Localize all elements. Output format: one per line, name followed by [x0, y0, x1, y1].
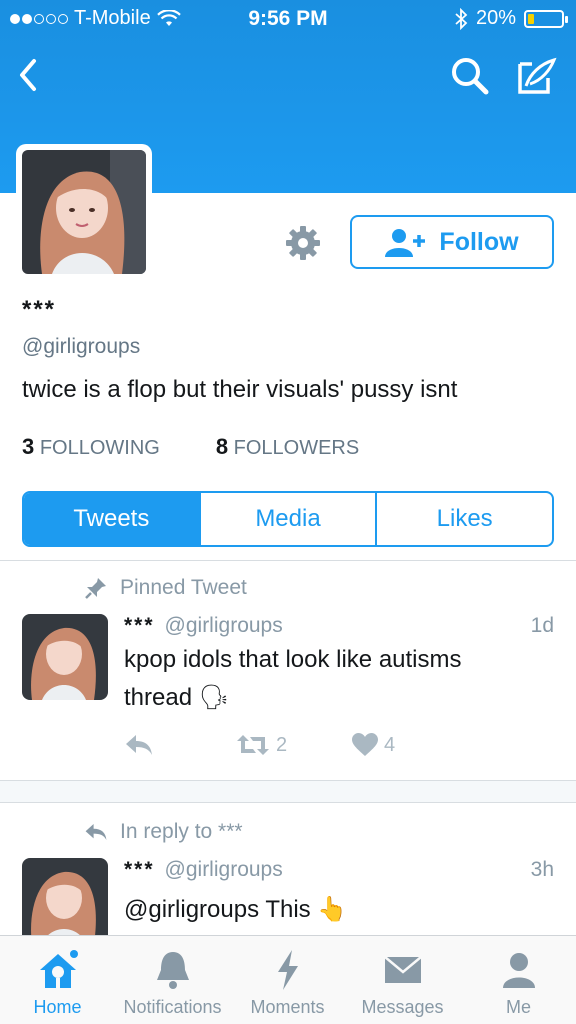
tabbar-label: Notifications — [123, 997, 222, 1017]
tweet-context: Pinned Tweet — [84, 576, 247, 600]
tabbar-item-moments[interactable]: Moments — [230, 936, 345, 1024]
pinned-tweet[interactable]: Pinned Tweet *** @girligroups 1d kpop id… — [0, 561, 576, 780]
profile-stats: 3 FOLLOWING 8 FOLLOWERS — [22, 434, 359, 460]
avatar — [22, 858, 108, 935]
tweet-context: In reply to *** — [84, 820, 243, 844]
battery-icon — [524, 9, 568, 28]
tweet-text-line: @girligroups This — [124, 896, 311, 923]
tweet-text: @girligroups This 👆 — [124, 891, 554, 929]
follow-button[interactable]: Follow — [350, 215, 554, 269]
battery-level — [528, 13, 534, 24]
lightning-icon — [277, 950, 298, 990]
tab-media[interactable]: Media — [201, 493, 378, 545]
tabbar-label: Moments — [250, 997, 325, 1017]
tabbar-item-me[interactable]: Me — [461, 936, 576, 1024]
bluetooth-icon — [455, 7, 468, 30]
avatar — [22, 150, 146, 274]
profile-bio: twice is a flop but their visuals' pussy… — [22, 376, 458, 403]
reply-button[interactable] — [124, 733, 236, 757]
tweet-header: *** @girligroups 3h — [124, 858, 554, 882]
profile-tabs: Tweets Media Likes — [22, 491, 554, 547]
tweet-time: 3h — [530, 858, 554, 881]
avatar — [22, 614, 108, 700]
compose-icon[interactable] — [514, 54, 558, 98]
context-label: In reply to *** — [120, 820, 243, 843]
tabbar-item-home[interactable]: Home — [0, 936, 115, 1024]
tab-tweets[interactable]: Tweets — [24, 493, 201, 545]
tweet-author-handle[interactable]: @girligroups — [165, 858, 283, 882]
gear-icon[interactable] — [284, 224, 322, 262]
reply-icon — [126, 735, 152, 755]
profile-screen: T-Mobile 9:56 PM 20% Follow *** @girligr… — [0, 0, 576, 1024]
tweet-avatar[interactable] — [22, 858, 108, 935]
tweet-avatar[interactable] — [22, 614, 108, 700]
follow-label: Follow — [439, 227, 519, 256]
tweet-author-name[interactable]: *** — [124, 614, 155, 638]
tabbar-item-notifications[interactable]: Notifications — [115, 936, 230, 1024]
tweet-separator — [0, 781, 576, 802]
tweet-author-handle[interactable]: @girligroups — [165, 614, 283, 638]
pointing-up-emoji: 👆 — [317, 896, 348, 923]
status-bar: T-Mobile 9:56 PM 20% — [0, 0, 576, 38]
followers-label: FOLLOWERS — [233, 437, 360, 459]
speaking-head-emoji: 🗣 — [198, 684, 230, 711]
tweet-header: *** @girligroups 1d — [124, 614, 554, 638]
retweet-button[interactable]: 2 — [236, 733, 352, 757]
profile-name: *** — [22, 296, 57, 323]
tweet-text-line: thread 🗣 — [124, 679, 554, 717]
reply-tweet[interactable]: In reply to *** *** @girligroups 3h @gir… — [0, 803, 576, 935]
profile-handle: @girligroups — [22, 335, 141, 358]
followers-count: 8 — [215, 434, 229, 459]
retweet-icon — [237, 735, 269, 755]
tabbar-label: Me — [505, 997, 531, 1017]
status-right: 20% — [454, 7, 568, 30]
tab-likes[interactable]: Likes — [377, 493, 552, 545]
chevron-left-icon[interactable] — [14, 55, 44, 95]
bottom-tab-bar: Home Notifications Moments Messages Me — [0, 935, 576, 1024]
following-count: 3 — [22, 434, 35, 459]
tabbar-label: Messages — [361, 997, 444, 1017]
tweet-text-line: kpop idols that look like autisms — [124, 646, 462, 673]
add-user-icon — [385, 229, 426, 257]
profile-avatar[interactable] — [16, 144, 152, 280]
battery-percent: 20% — [475, 7, 516, 29]
search-icon[interactable] — [450, 56, 490, 96]
envelope-icon — [383, 956, 422, 983]
reply-icon — [85, 824, 107, 840]
following-stat[interactable]: 3 FOLLOWING — [22, 434, 160, 460]
person-icon — [502, 953, 535, 988]
tweet-actions: 2 4 — [124, 733, 395, 757]
following-label: FOLLOWING — [39, 437, 160, 459]
like-count: 4 — [384, 733, 396, 756]
tabbar-item-messages[interactable]: Messages — [345, 936, 460, 1024]
tweet-time: 1d — [530, 614, 554, 637]
heart-icon — [352, 733, 378, 756]
tweet-author-name[interactable]: *** — [124, 858, 155, 882]
context-label: Pinned Tweet — [120, 576, 247, 599]
pin-icon — [85, 578, 106, 599]
retweet-count: 2 — [276, 733, 288, 756]
tweet-text: kpop idols that look like autisms thread… — [124, 641, 554, 717]
home-icon — [39, 950, 78, 988]
like-button[interactable]: 4 — [352, 733, 395, 757]
tweet-text-end: thread — [124, 684, 193, 711]
tabbar-label: Home — [33, 997, 82, 1017]
followers-stat[interactable]: 8 FOLLOWERS — [216, 434, 359, 460]
bell-icon — [156, 952, 189, 989]
